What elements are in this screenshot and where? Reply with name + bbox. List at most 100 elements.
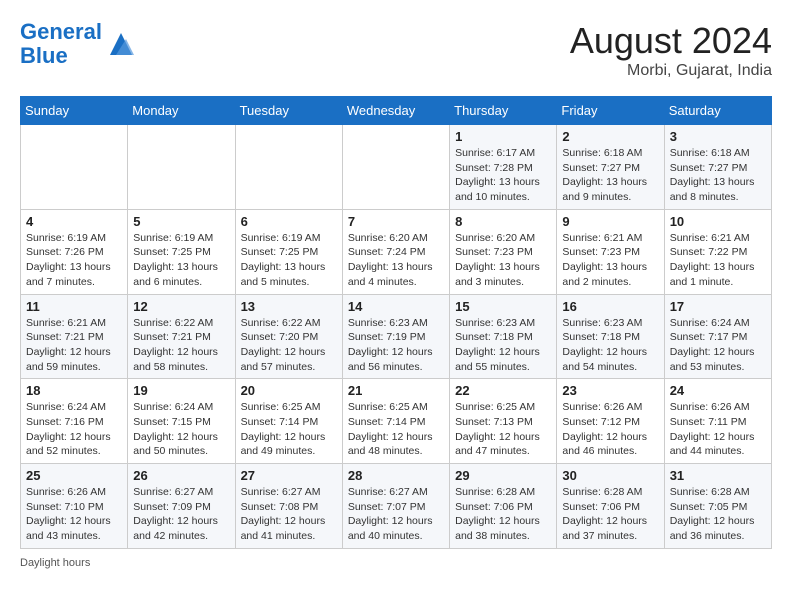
- day-number: 29: [455, 468, 551, 483]
- day-number: 3: [670, 129, 766, 144]
- day-info: Sunrise: 6:25 AM Sunset: 7:14 PM Dayligh…: [241, 400, 337, 459]
- day-number: 25: [26, 468, 122, 483]
- day-info: Sunrise: 6:23 AM Sunset: 7:18 PM Dayligh…: [562, 316, 658, 375]
- calendar-week-1: 1 Sunrise: 6:17 AM Sunset: 7:28 PM Daylig…: [21, 125, 772, 210]
- table-row: 15 Sunrise: 6:23 AM Sunset: 7:18 PM Dayli…: [450, 294, 557, 379]
- table-row: 7 Sunrise: 6:20 AM Sunset: 7:24 PM Daylig…: [342, 209, 449, 294]
- table-row: 1 Sunrise: 6:17 AM Sunset: 7:28 PM Daylig…: [450, 125, 557, 210]
- table-row: 13 Sunrise: 6:22 AM Sunset: 7:20 PM Dayli…: [235, 294, 342, 379]
- col-sunday: Sunday: [21, 97, 128, 125]
- day-number: 21: [348, 383, 444, 398]
- table-row: 22 Sunrise: 6:25 AM Sunset: 7:13 PM Dayli…: [450, 379, 557, 464]
- day-info: Sunrise: 6:24 AM Sunset: 7:17 PM Dayligh…: [670, 316, 766, 375]
- day-number: 1: [455, 129, 551, 144]
- calendar-header-row: Sunday Monday Tuesday Wednesday Thursday…: [21, 97, 772, 125]
- day-number: 11: [26, 299, 122, 314]
- table-row: 10 Sunrise: 6:21 AM Sunset: 7:22 PM Dayli…: [664, 209, 771, 294]
- day-info: Sunrise: 6:26 AM Sunset: 7:10 PM Dayligh…: [26, 485, 122, 544]
- day-number: 7: [348, 214, 444, 229]
- table-row: 21 Sunrise: 6:25 AM Sunset: 7:14 PM Dayli…: [342, 379, 449, 464]
- col-monday: Monday: [128, 97, 235, 125]
- table-row: 18 Sunrise: 6:24 AM Sunset: 7:16 PM Dayli…: [21, 379, 128, 464]
- table-row: 26 Sunrise: 6:27 AM Sunset: 7:09 PM Dayli…: [128, 464, 235, 549]
- day-info: Sunrise: 6:18 AM Sunset: 7:27 PM Dayligh…: [562, 146, 658, 205]
- calendar-week-2: 4Sunrise: 6:19 AM Sunset: 7:26 PM Daylig…: [21, 209, 772, 294]
- day-info: Sunrise: 6:25 AM Sunset: 7:13 PM Dayligh…: [455, 400, 551, 459]
- page-header: GeneralBlue August 2024 Morbi, Gujarat, …: [20, 20, 772, 80]
- day-info: Sunrise: 6:17 AM Sunset: 7:28 PM Dayligh…: [455, 146, 551, 205]
- footer: Daylight hours: [20, 557, 772, 569]
- col-friday: Friday: [557, 97, 664, 125]
- table-row: 29 Sunrise: 6:28 AM Sunset: 7:06 PM Dayli…: [450, 464, 557, 549]
- day-number: 10: [670, 214, 766, 229]
- table-row: 20 Sunrise: 6:25 AM Sunset: 7:14 PM Dayli…: [235, 379, 342, 464]
- day-number: 12: [133, 299, 229, 314]
- col-thursday: Thursday: [450, 97, 557, 125]
- day-number: 16: [562, 299, 658, 314]
- day-info: Sunrise: 6:23 AM Sunset: 7:18 PM Dayligh…: [455, 316, 551, 375]
- logo: GeneralBlue: [20, 20, 136, 68]
- day-number: 27: [241, 468, 337, 483]
- location: Morbi, Gujarat, India: [570, 62, 772, 80]
- calendar-week-3: 11Sunrise: 6:21 AM Sunset: 7:21 PM Dayli…: [21, 294, 772, 379]
- day-number: 30: [562, 468, 658, 483]
- day-info: Sunrise: 6:21 AM Sunset: 7:22 PM Dayligh…: [670, 231, 766, 290]
- day-info: Sunrise: 6:20 AM Sunset: 7:23 PM Dayligh…: [455, 231, 551, 290]
- day-info: Sunrise: 6:28 AM Sunset: 7:06 PM Dayligh…: [562, 485, 658, 544]
- day-number: 28: [348, 468, 444, 483]
- table-row: 8 Sunrise: 6:20 AM Sunset: 7:23 PM Daylig…: [450, 209, 557, 294]
- table-row: 16 Sunrise: 6:23 AM Sunset: 7:18 PM Dayli…: [557, 294, 664, 379]
- table-row: 17 Sunrise: 6:24 AM Sunset: 7:17 PM Dayli…: [664, 294, 771, 379]
- day-info: Sunrise: 6:24 AM Sunset: 7:16 PM Dayligh…: [26, 400, 122, 459]
- day-number: 15: [455, 299, 551, 314]
- day-info: Sunrise: 6:28 AM Sunset: 7:06 PM Dayligh…: [455, 485, 551, 544]
- table-row: 24 Sunrise: 6:26 AM Sunset: 7:11 PM Dayli…: [664, 379, 771, 464]
- day-info: Sunrise: 6:26 AM Sunset: 7:11 PM Dayligh…: [670, 400, 766, 459]
- day-info: Sunrise: 6:22 AM Sunset: 7:20 PM Dayligh…: [241, 316, 337, 375]
- day-info: Sunrise: 6:28 AM Sunset: 7:05 PM Dayligh…: [670, 485, 766, 544]
- table-row: 6Sunrise: 6:19 AM Sunset: 7:25 PM Daylig…: [235, 209, 342, 294]
- day-number: 20: [241, 383, 337, 398]
- day-info: Sunrise: 6:19 AM Sunset: 7:25 PM Dayligh…: [133, 231, 229, 290]
- col-tuesday: Tuesday: [235, 97, 342, 125]
- daylight-hours-label: Daylight hours: [20, 557, 90, 569]
- day-info: Sunrise: 6:20 AM Sunset: 7:24 PM Dayligh…: [348, 231, 444, 290]
- day-info: Sunrise: 6:21 AM Sunset: 7:23 PM Dayligh…: [562, 231, 658, 290]
- day-info: Sunrise: 6:27 AM Sunset: 7:08 PM Dayligh…: [241, 485, 337, 544]
- table-row: 3 Sunrise: 6:18 AM Sunset: 7:27 PM Daylig…: [664, 125, 771, 210]
- table-row: 14Sunrise: 6:23 AM Sunset: 7:19 PM Dayli…: [342, 294, 449, 379]
- table-row: [21, 125, 128, 210]
- table-row: [342, 125, 449, 210]
- day-number: 17: [670, 299, 766, 314]
- table-row: 5Sunrise: 6:19 AM Sunset: 7:25 PM Daylig…: [128, 209, 235, 294]
- day-number: 14: [348, 299, 444, 314]
- table-row: 23Sunrise: 6:26 AM Sunset: 7:12 PM Dayli…: [557, 379, 664, 464]
- day-info: Sunrise: 6:24 AM Sunset: 7:15 PM Dayligh…: [133, 400, 229, 459]
- table-row: [128, 125, 235, 210]
- day-info: Sunrise: 6:18 AM Sunset: 7:27 PM Dayligh…: [670, 146, 766, 205]
- table-row: 19Sunrise: 6:24 AM Sunset: 7:15 PM Dayli…: [128, 379, 235, 464]
- day-number: 26: [133, 468, 229, 483]
- month-year: August 2024: [570, 20, 772, 62]
- day-info: Sunrise: 6:27 AM Sunset: 7:09 PM Dayligh…: [133, 485, 229, 544]
- day-number: 22: [455, 383, 551, 398]
- table-row: 28Sunrise: 6:27 AM Sunset: 7:07 PM Dayli…: [342, 464, 449, 549]
- table-row: 27 Sunrise: 6:27 AM Sunset: 7:08 PM Dayli…: [235, 464, 342, 549]
- day-number: 18: [26, 383, 122, 398]
- col-saturday: Saturday: [664, 97, 771, 125]
- day-info: Sunrise: 6:19 AM Sunset: 7:25 PM Dayligh…: [241, 231, 337, 290]
- day-info: Sunrise: 6:25 AM Sunset: 7:14 PM Dayligh…: [348, 400, 444, 459]
- title-block: August 2024 Morbi, Gujarat, India: [570, 20, 772, 80]
- day-number: 13: [241, 299, 337, 314]
- table-row: 30 Sunrise: 6:28 AM Sunset: 7:06 PM Dayli…: [557, 464, 664, 549]
- calendar-week-4: 18 Sunrise: 6:24 AM Sunset: 7:16 PM Dayli…: [21, 379, 772, 464]
- table-row: 11Sunrise: 6:21 AM Sunset: 7:21 PM Dayli…: [21, 294, 128, 379]
- day-info: Sunrise: 6:22 AM Sunset: 7:21 PM Dayligh…: [133, 316, 229, 375]
- day-number: 8: [455, 214, 551, 229]
- day-number: 4: [26, 214, 122, 229]
- table-row: 25 Sunrise: 6:26 AM Sunset: 7:10 PM Dayli…: [21, 464, 128, 549]
- day-number: 24: [670, 383, 766, 398]
- calendar-week-5: 25 Sunrise: 6:26 AM Sunset: 7:10 PM Dayli…: [21, 464, 772, 549]
- table-row: 31Sunrise: 6:28 AM Sunset: 7:05 PM Dayli…: [664, 464, 771, 549]
- table-row: 9Sunrise: 6:21 AM Sunset: 7:23 PM Daylig…: [557, 209, 664, 294]
